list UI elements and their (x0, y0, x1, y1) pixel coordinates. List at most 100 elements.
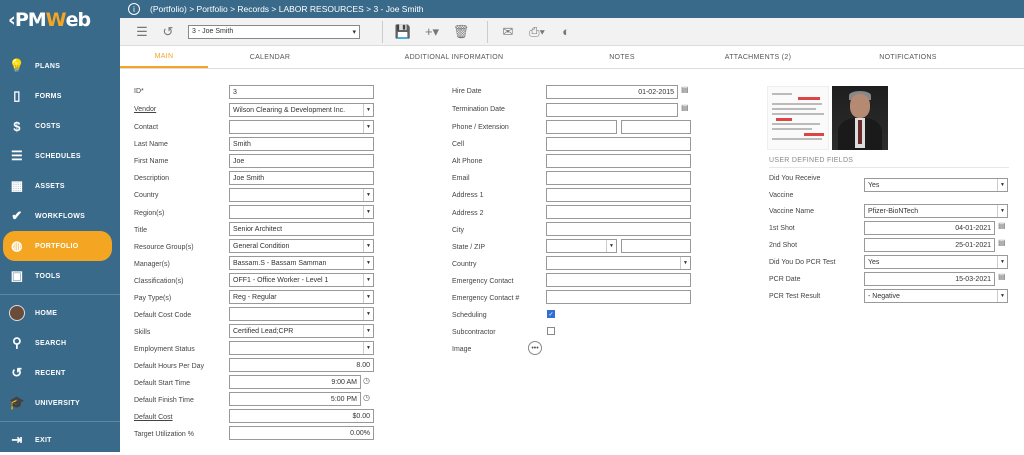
calendar-icon[interactable]: ▤ (998, 238, 1006, 247)
email-icon[interactable]: ✉ (498, 23, 518, 41)
sidebar-item-plans[interactable]: 💡 PLANS (0, 51, 120, 81)
sidebar-item-search[interactable]: ⚲ SEARCH (0, 328, 120, 358)
first-name-field[interactable]: Joe (229, 154, 374, 168)
pmweb-logo[interactable]: ‹PM Web (0, 0, 120, 40)
record-select[interactable]: 3 - Joe Smith ▾ (188, 24, 360, 39)
state-select[interactable]: ▼ (546, 239, 617, 253)
managers-value: Bassam.S - Bassam Samman (233, 259, 327, 267)
cost-code-select[interactable]: ▼ (229, 307, 374, 321)
alt-phone-field[interactable] (546, 154, 691, 168)
vaccine-select[interactable]: Yes ▼ (864, 178, 1008, 192)
extension-field[interactable] (621, 120, 691, 134)
regions-select[interactable]: ▼ (229, 205, 374, 219)
tab-attachments[interactable]: ATTACHMENTS (2) (668, 47, 848, 68)
vendor-label[interactable]: Vendor (134, 106, 156, 113)
id-field[interactable]: 3 (229, 85, 374, 99)
second-shot-field[interactable]: 25-01-2021 (864, 238, 995, 252)
sidebar-item-recent[interactable]: ↺ RECENT (0, 358, 120, 388)
pcr-result-select[interactable]: - Negative ▼ (864, 289, 1008, 303)
city-field[interactable] (546, 222, 691, 236)
sidebar-item-schedules[interactable]: ☰ SCHEDULES (0, 141, 120, 171)
calendar-icon[interactable]: ▤ (998, 221, 1006, 230)
email-field[interactable] (546, 171, 691, 185)
tab-main[interactable]: MAIN (120, 47, 208, 68)
delete-icon[interactable]: 🗑 (451, 23, 471, 41)
toggle-icon[interactable]: ◐ (556, 23, 576, 41)
info-icon[interactable]: i (128, 3, 140, 15)
subcontractor-checkbox[interactable] (547, 327, 555, 335)
attachment-thumbnail-document[interactable] (767, 86, 829, 150)
more-icon[interactable]: ••• (528, 341, 542, 355)
skills-select[interactable]: Certified Lead;CPR ▼ (229, 324, 374, 338)
calendar-icon[interactable]: ▤ (998, 272, 1006, 281)
contact-label: Contact (134, 124, 159, 131)
pay-type-select[interactable]: Reg - Regular ▼ (229, 290, 374, 304)
second-shot-label: 2nd Shot (769, 242, 798, 249)
default-cost-field[interactable]: $0.00 (229, 409, 374, 423)
email-label: Email (452, 175, 470, 182)
finish-time-field[interactable]: 5:00 PM (229, 392, 361, 406)
address2-field[interactable] (546, 205, 691, 219)
classification-select[interactable]: OFF1 - Office Worker - Level 1 ▼ (229, 273, 374, 287)
avatar-icon (9, 305, 25, 321)
calendar-icon[interactable]: ▤ (681, 85, 689, 94)
calendar-icon[interactable]: ▤ (681, 103, 689, 112)
tab-calendar[interactable]: CALENDAR (208, 47, 332, 68)
attachment-thumbnail-photo[interactable] (832, 86, 888, 150)
hours-field[interactable]: 8.00 (229, 358, 374, 372)
utilization-field[interactable]: 0.00% (229, 426, 374, 440)
sidebar-item-forms[interactable]: ▯ FORMS (0, 81, 120, 111)
list-icon[interactable]: ☰ (132, 23, 152, 41)
sidebar-item-costs[interactable]: $ COSTS (0, 111, 120, 141)
sidebar-item-assets[interactable]: ▦ ASSETS (0, 171, 120, 201)
country-select[interactable]: ▼ (229, 188, 374, 202)
emergency-contact-number-field[interactable] (546, 290, 691, 304)
default-cost-label[interactable]: Default Cost (134, 414, 173, 421)
middle-country-select[interactable]: ▼ (546, 256, 691, 270)
vendor-value: Wilson Clearing & Development Inc. (233, 106, 346, 114)
pcr-date-field[interactable]: 15-03-2021 (864, 272, 995, 286)
document-icon: ▯ (13, 88, 21, 103)
save-icon[interactable]: 💾 (393, 23, 413, 41)
sidebar-item-tools[interactable]: ▣ TOOLS (0, 261, 120, 291)
print-icon[interactable]: ⎙▾ (524, 23, 550, 41)
vaccine-name-select[interactable]: Pfizer-BioNTech ▼ (864, 204, 1008, 218)
vaccine-name-label: Vaccine Name (769, 208, 815, 215)
zip-field[interactable] (621, 239, 691, 253)
clock-icon[interactable]: ◷ (363, 376, 370, 385)
chevron-down-icon: ▼ (363, 104, 373, 116)
tab-notifications[interactable]: NOTIFICATIONS (848, 47, 968, 68)
description-label: Description (134, 175, 170, 182)
add-icon[interactable]: +▾ (419, 23, 445, 41)
description-field[interactable]: Joe Smith (229, 171, 374, 185)
hire-date-field[interactable]: 01-02-2015 (546, 85, 678, 99)
scheduling-checkbox[interactable]: ✓ (547, 310, 555, 318)
title-field[interactable]: Senior Architect (229, 222, 374, 236)
termination-date-field[interactable] (546, 103, 678, 117)
last-name-field[interactable]: Smith (229, 137, 374, 151)
employment-status-select[interactable]: ▼ (229, 341, 374, 355)
first-shot-field[interactable]: 04-01-2021 (864, 221, 995, 235)
start-time-field[interactable]: 9:00 AM (229, 375, 361, 389)
sidebar-item-portfolio[interactable]: ◍ PORTFOLIO (3, 231, 112, 261)
sidebar-item-university[interactable]: 🎓 UNIVERSITY (0, 388, 120, 418)
cell-field[interactable] (546, 137, 691, 151)
vendor-select[interactable]: Wilson Clearing & Development Inc. ▼ (229, 103, 374, 117)
building-icon: ▦ (10, 178, 24, 193)
managers-select[interactable]: Bassam.S - Bassam Samman ▼ (229, 256, 374, 270)
phone-field[interactable] (546, 120, 617, 134)
clock-icon[interactable]: ◷ (363, 393, 370, 402)
resource-group-select[interactable]: General Condition ▼ (229, 239, 374, 253)
pcr-test-label: Did You Do PCR Test (769, 259, 836, 266)
sidebar-item-home[interactable]: HOME (0, 298, 120, 328)
pcr-test-select[interactable]: Yes ▼ (864, 255, 1008, 269)
tab-notes[interactable]: NOTES (576, 47, 668, 68)
sidebar-item-workflows[interactable]: ✔ WORKFLOWS (0, 201, 120, 231)
sidebar-item-exit[interactable]: ⇥ EXIT (0, 425, 120, 455)
tab-additional-information[interactable]: ADDITIONAL INFORMATION (332, 47, 576, 68)
address1-field[interactable] (546, 188, 691, 202)
resource-group-label: Resource Group(s) (134, 244, 194, 251)
emergency-contact-field[interactable] (546, 273, 691, 287)
contact-select[interactable]: ▼ (229, 120, 374, 134)
history-icon[interactable]: ↺ (158, 23, 178, 41)
